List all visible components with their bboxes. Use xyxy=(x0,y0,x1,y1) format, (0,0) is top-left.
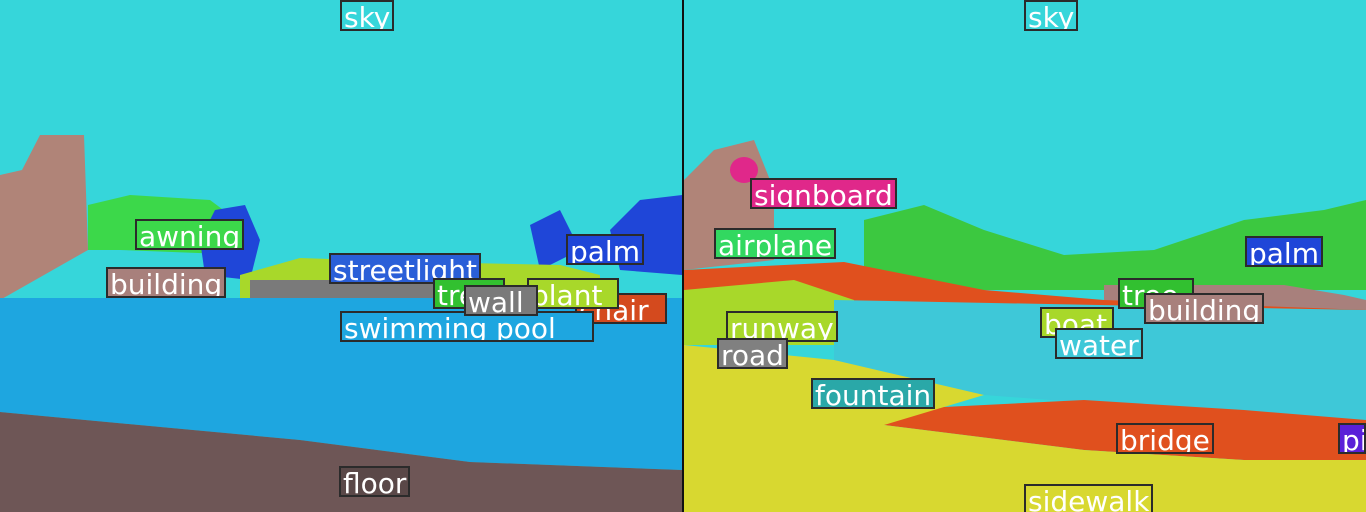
label-plant: plant xyxy=(527,278,619,309)
label-awning: awning xyxy=(135,219,245,250)
label-wall: wall xyxy=(464,285,538,316)
label-palm: palm xyxy=(566,234,644,265)
left-segmentation-panel: sky awning building streetlight palm cha… xyxy=(0,0,682,512)
label-building: building xyxy=(1144,293,1265,324)
label-water: water xyxy=(1055,328,1143,359)
label-road: road xyxy=(717,338,788,369)
label-floor: floor xyxy=(339,466,411,497)
label-sky: sky xyxy=(1024,0,1079,31)
label-building: building xyxy=(106,267,227,298)
label-palm: palm xyxy=(1245,236,1323,267)
right-segmentation-panel: sky signboard airplane palm tree boat bu… xyxy=(684,0,1366,512)
label-sky: sky xyxy=(340,0,395,31)
label-pier: pi xyxy=(1338,423,1366,454)
label-signboard: signboard xyxy=(750,178,897,209)
label-bridge: bridge xyxy=(1116,423,1214,454)
label-fountain: fountain xyxy=(811,378,936,409)
label-sidewalk: sidewalk xyxy=(1024,484,1154,512)
label-airplane: airplane xyxy=(714,228,837,259)
